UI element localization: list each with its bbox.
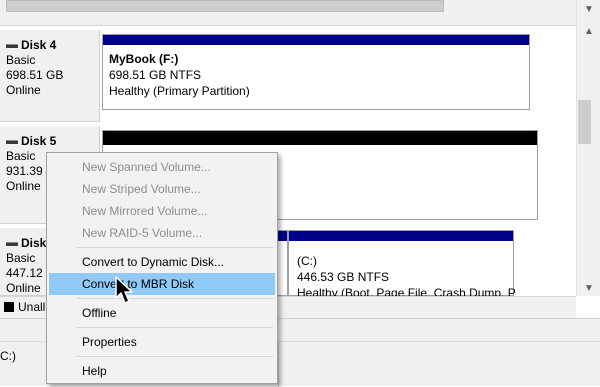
status-cell-divider [278,343,279,387]
unallocated-legend-label: Unall [18,300,46,314]
volume-size-fs: 698.51 GB NTFS [109,68,202,82]
menu-new-mirrored-volume: New Mirrored Volume... [82,204,208,218]
volume-c[interactable]: (C:) 446.53 GB NTFS Healthy (Boot, Page … [288,230,516,300]
menu-new-spanned-volume: New Spanned Volume... [82,160,211,174]
disk-4-label[interactable]: Disk 4 Basic 698.51 GB Online [0,30,100,122]
unallocated-legend-swatch [4,302,14,312]
horizontal-scrollbar-thumb[interactable] [6,0,444,12]
menu-new-striped-volume: New Striped Volume... [82,182,201,196]
menu-separator [77,327,273,328]
disk-name: Disk 5 [21,134,57,148]
menu-help[interactable]: Help [49,360,275,382]
volume-name: MyBook (F:) [109,52,179,66]
menu-new-raid5-volume: New RAID-5 Volume... [82,226,203,240]
unallocated-bar [103,131,537,145]
volume-health: Healthy (Primary Partition) [109,84,250,98]
volume-size-fs: 446.53 GB NTFS [297,270,390,284]
vertical-scrollbar[interactable]: ▲ ▼ [576,26,600,296]
menu-offline[interactable]: Offline [49,302,275,324]
status-drive-label: C:) [0,349,16,363]
disk-icon [6,139,18,144]
disk-icon [6,43,18,48]
menu-separator [77,356,273,357]
volume-mybook[interactable]: MyBook (F:) 698.51 GB NTFS Healthy (Prim… [102,34,530,110]
disk-4-name-row: Disk 4 [6,38,99,53]
disk-context-menu: New Spanned Volume... New Striped Volume… [46,152,278,384]
vertical-scrollbar-thumb[interactable] [578,100,591,144]
menu-convert-to-dynamic-disk[interactable]: Convert to Dynamic Disk... [49,251,275,273]
mouse-cursor-icon [115,276,133,304]
volume-info: (C:) 446.53 GB NTFS Healthy (Boot, Page … [297,253,516,301]
scroll-down-icon[interactable]: ▼ [584,4,594,15]
menu-convert-to-mbr-disk[interactable]: Convert to MBR Disk [49,273,275,295]
scroll-down-icon[interactable]: ▼ [584,283,594,294]
menu-properties[interactable]: Properties [49,331,275,353]
primary-partition-bar [289,231,513,241]
volume-name: (C:) [297,254,317,268]
disk-name: Disk 4 [21,38,57,52]
disk-name: Disk [21,236,47,250]
disk-status: Online [6,83,41,97]
volume-info: MyBook (F:) 698.51 GB NTFS Healthy (Prim… [109,51,250,99]
upper-vertical-scrollbar[interactable]: ▼ [576,0,600,26]
disk-type: Basic [6,53,36,67]
menu-separator [77,298,273,299]
disk-size: 698.51 GB [6,68,64,82]
disk-icon [6,241,18,246]
primary-partition-bar [103,35,529,45]
scroll-up-icon[interactable]: ▲ [584,26,594,37]
menu-separator [77,247,273,248]
disk-5-name-row: Disk 5 [6,134,99,149]
